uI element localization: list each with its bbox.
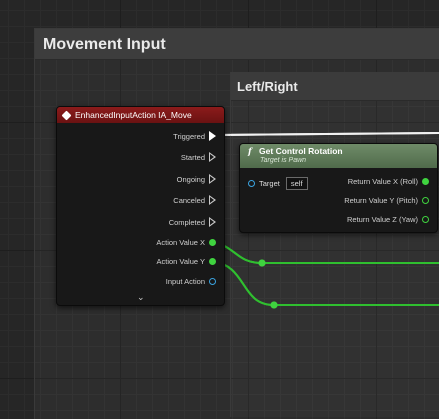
enhanced-input-action-node[interactable]: EnhancedInputAction IA_Move Triggered St… [56, 106, 225, 306]
event-node-header[interactable]: EnhancedInputAction IA_Move [57, 107, 224, 123]
pin-label-canceled: Canceled [173, 195, 205, 205]
pin-canceled[interactable]: Canceled [173, 195, 216, 205]
pin-label-action-value-y: Action Value Y [156, 257, 205, 266]
exec-pin-icon[interactable] [209, 152, 216, 162]
event-node-title: EnhancedInputAction IA_Move [75, 110, 192, 120]
float-pin-icon[interactable] [422, 216, 429, 223]
event-diamond-icon [61, 110, 72, 120]
pin-triggered[interactable]: Triggered [173, 131, 216, 141]
pin-label-target: Target [259, 179, 280, 188]
function-node-subtitle: Target is Pawn [260, 157, 307, 164]
pin-label-return-y: Return Value Y (Pitch) [344, 196, 418, 205]
pin-label-action-value-x: Action Value X [156, 238, 205, 247]
pin-completed[interactable]: Completed [169, 217, 216, 227]
float-pin-icon[interactable] [422, 178, 429, 185]
get-control-rotation-node[interactable]: f Get Control Rotation Target is Pawn Ta… [239, 143, 438, 233]
function-node-title: Get Control Rotation [259, 146, 343, 156]
pin-label-return-x: Return Value X (Roll) [347, 177, 418, 186]
comment-left-right[interactable]: Left/Right [230, 72, 439, 417]
float-pin-icon[interactable] [209, 239, 216, 246]
pin-label-triggered: Triggered [173, 131, 205, 141]
pin-return-value-z[interactable]: Return Value Z (Yaw) [347, 215, 429, 224]
chevron-down-icon[interactable]: ⌄ [137, 292, 145, 303]
function-icon: f [248, 147, 252, 157]
pin-return-value-y[interactable]: Return Value Y (Pitch) [344, 196, 429, 205]
pin-action-value-y[interactable]: Action Value Y [156, 257, 216, 266]
comment-title-movement-input: Movement Input [35, 29, 439, 60]
float-pin-icon[interactable] [422, 197, 429, 204]
exec-pin-icon[interactable] [209, 174, 216, 184]
pin-label-ongoing: Ongoing [176, 174, 205, 184]
target-self-field[interactable]: self [285, 177, 308, 190]
pin-label-return-z: Return Value Z (Yaw) [347, 215, 418, 224]
comment-title-left-right: Left/Right [231, 72, 439, 101]
pin-ongoing[interactable]: Ongoing [177, 174, 216, 184]
float-pin-icon[interactable] [209, 258, 216, 265]
pin-started[interactable]: Started [181, 152, 216, 162]
function-node-header[interactable]: f Get Control Rotation Target is Pawn [240, 144, 437, 168]
pin-return-value-x[interactable]: Return Value X (Roll) [348, 177, 429, 186]
pin-label-started: Started [180, 152, 205, 162]
pin-action-value-x[interactable]: Action Value X [156, 238, 216, 247]
exec-pin-icon[interactable] [209, 131, 216, 141]
object-pin-icon[interactable] [209, 278, 216, 285]
exec-pin-icon[interactable] [209, 217, 216, 227]
pin-target[interactable]: Target self [248, 177, 308, 190]
exec-pin-icon[interactable] [209, 195, 216, 205]
object-pin-icon[interactable] [248, 180, 255, 187]
pin-label-completed: Completed [168, 217, 205, 227]
pin-label-input-action: Input Action [165, 277, 205, 286]
pin-input-action[interactable]: Input Action [166, 277, 216, 286]
